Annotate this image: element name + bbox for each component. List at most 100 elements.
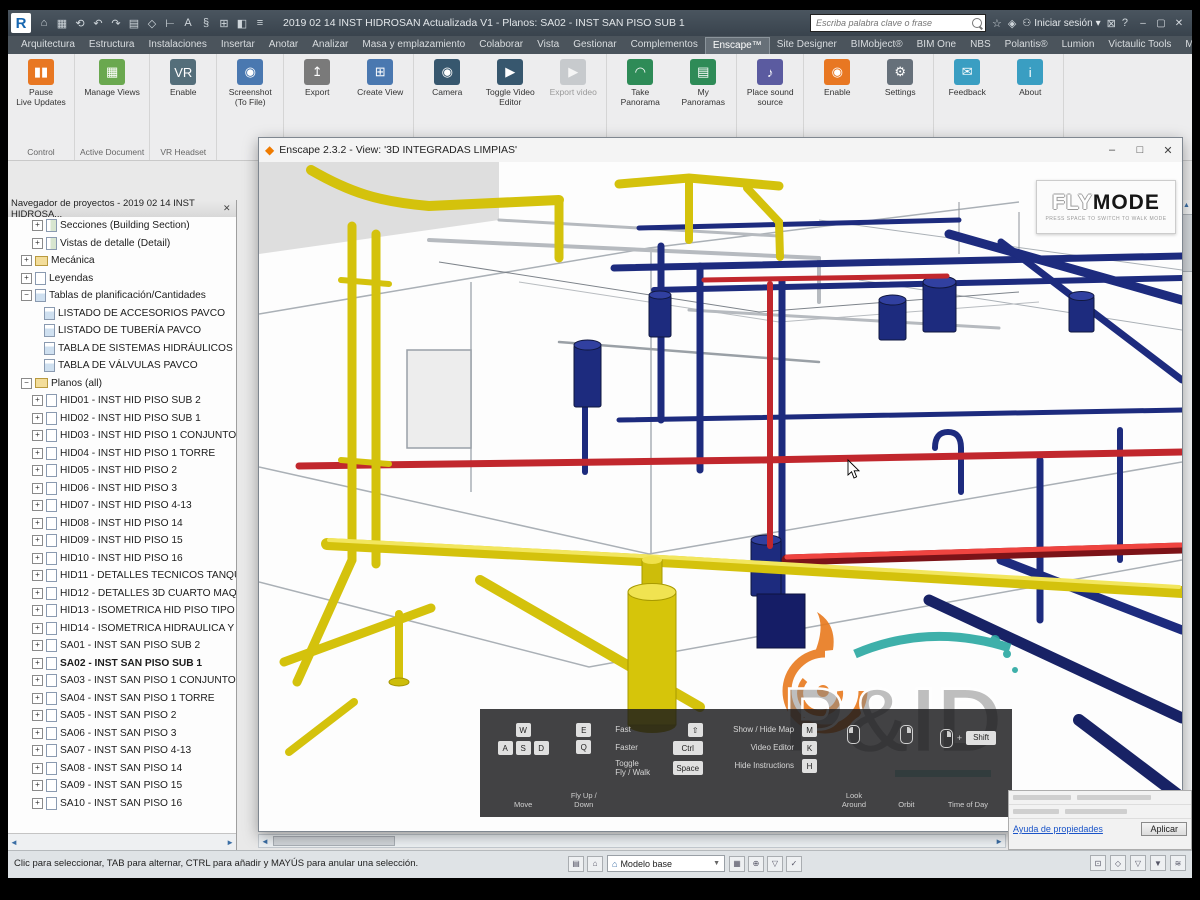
tree-item[interactable]: +Mecánica bbox=[8, 252, 236, 270]
expand-icon[interactable]: + bbox=[32, 798, 43, 809]
select-links-icon[interactable]: ⊡ bbox=[1090, 855, 1106, 871]
close-button[interactable]: ✕ bbox=[1170, 15, 1188, 31]
tree-item[interactable]: +HID10 - INST HID PISO 16 bbox=[8, 550, 236, 568]
tree-item[interactable]: +SA01 - INST SAN PISO SUB 2 bbox=[8, 637, 236, 655]
restore-button[interactable]: ▢ bbox=[1152, 15, 1170, 31]
tree-item[interactable]: +Secciones (Building Section) bbox=[8, 217, 236, 235]
tab-analizar[interactable]: Analizar bbox=[305, 37, 355, 54]
tree-item[interactable]: +Leyendas bbox=[8, 270, 236, 288]
tree-item[interactable]: +SA10 - INST SAN PISO 16 bbox=[8, 795, 236, 813]
enscape-3d-viewport[interactable]: P&ID FLYMODE PRESS SPACE TO SWITCH TO WA… bbox=[259, 162, 1182, 831]
tree-item[interactable]: +SA03 - INST SAN PISO 1 CONJUNTO bbox=[8, 672, 236, 690]
home-icon[interactable]: ⌂ bbox=[587, 856, 603, 872]
warnings-icon[interactable]: ≋ bbox=[1170, 855, 1186, 871]
filter-icon[interactable]: ▼ bbox=[1150, 855, 1166, 871]
screenshot-button[interactable]: ◉Screenshot (To File) bbox=[222, 57, 278, 108]
collapse-icon[interactable]: − bbox=[21, 378, 32, 389]
project-browser-titlebar[interactable]: Navegador de proyectos - 2019 02 14 INST… bbox=[8, 200, 236, 218]
expand-icon[interactable]: + bbox=[32, 745, 43, 756]
tab-masa-y-emplazamiento[interactable]: Masa y emplazamiento bbox=[355, 37, 472, 54]
pause-live-updates-button[interactable]: ▮▮Pause Live Updates bbox=[13, 57, 69, 108]
open-icon[interactable]: ⌂ bbox=[36, 15, 52, 31]
expand-icon[interactable]: + bbox=[32, 570, 43, 581]
tree-item[interactable]: +HID08 - INST HID PISO 14 bbox=[8, 515, 236, 533]
tree-item[interactable]: +HID09 - INST HID PISO 15 bbox=[8, 532, 236, 550]
tab-bimobject[interactable]: BIMobject® bbox=[844, 37, 910, 54]
save-icon[interactable]: ▦ bbox=[54, 15, 70, 31]
collapse-icon[interactable]: − bbox=[21, 290, 32, 301]
app-store-icon[interactable]: ⊠ bbox=[1107, 17, 1116, 30]
tree-item[interactable]: −Planos (all) bbox=[8, 375, 236, 393]
expand-icon[interactable]: + bbox=[32, 693, 43, 704]
settings-button[interactable]: ⚙Settings bbox=[872, 57, 928, 98]
active-workset-selector[interactable]: ⌂ Modelo base ▼ bbox=[607, 855, 725, 872]
horizontal-scrollbar[interactable]: ◄ ► bbox=[258, 834, 1006, 848]
take-panorama-button[interactable]: ◠Take Panorama bbox=[612, 57, 668, 108]
properties-help-link[interactable]: Ayuda de propiedades bbox=[1013, 824, 1103, 834]
expand-icon[interactable]: + bbox=[21, 255, 32, 266]
close-button[interactable]: ✕ bbox=[1154, 144, 1182, 157]
tree-item[interactable]: +HID13 - ISOMETRICA HID PISO TIPO bbox=[8, 602, 236, 620]
revit-app-menu-icon[interactable]: R bbox=[11, 13, 31, 33]
undo-icon[interactable]: ↶ bbox=[90, 15, 106, 31]
expand-icon[interactable]: + bbox=[32, 500, 43, 511]
scrollbar-thumb[interactable] bbox=[1182, 214, 1192, 272]
scroll-left-icon[interactable]: ◄ bbox=[261, 837, 269, 846]
tree-item[interactable]: +SA05 - INST SAN PISO 2 bbox=[8, 707, 236, 725]
tree-item[interactable]: TABLA DE VÁLVULAS PAVCO bbox=[8, 357, 236, 375]
tree-item[interactable]: +SA06 - INST SAN PISO 3 bbox=[8, 725, 236, 743]
link-icon[interactable]: ⊕ bbox=[748, 856, 764, 872]
tab-modificar[interactable]: Modificar bbox=[1178, 37, 1192, 54]
print-icon[interactable]: ▤ bbox=[126, 15, 142, 31]
communication-center-icon[interactable]: ◈ bbox=[1008, 17, 1016, 30]
tree-item[interactable]: LISTADO DE ACCESORIOS PAVCO bbox=[8, 305, 236, 323]
close-icon[interactable]: ✕ bbox=[221, 203, 233, 214]
section-icon[interactable]: ◧ bbox=[234, 15, 250, 31]
vr-enable-button[interactable]: VREnable bbox=[155, 57, 211, 98]
help-icon[interactable]: ? bbox=[1122, 17, 1128, 29]
expand-icon[interactable]: + bbox=[32, 448, 43, 459]
dimension-icon[interactable]: ⊢ bbox=[162, 15, 178, 31]
expand-icon[interactable]: + bbox=[32, 413, 43, 424]
tree-item[interactable]: +HID02 - INST HID PISO SUB 1 bbox=[8, 410, 236, 428]
scroll-right-icon[interactable]: ► bbox=[995, 837, 1003, 846]
tree-item[interactable]: TABLA DE SISTEMAS HIDRÁULICOS bbox=[8, 340, 236, 358]
tab-lumion[interactable]: Lumion bbox=[1055, 37, 1102, 54]
scroll-right-icon[interactable]: ► bbox=[226, 838, 234, 847]
tag-icon[interactable]: § bbox=[198, 15, 214, 31]
tree-item[interactable]: −Tablas de planificación/Cantidades bbox=[8, 287, 236, 305]
tab-gestionar[interactable]: Gestionar bbox=[566, 37, 623, 54]
tree-item[interactable]: +SA02 - INST SAN PISO SUB 1 bbox=[8, 655, 236, 673]
tab-instalaciones[interactable]: Instalaciones bbox=[142, 37, 214, 54]
search-icon[interactable] bbox=[972, 18, 982, 28]
exclude-options-icon[interactable]: ▽ bbox=[767, 856, 783, 872]
restore-button[interactable]: □ bbox=[1126, 144, 1154, 157]
tree-item[interactable]: +SA07 - INST SAN PISO 4-13 bbox=[8, 742, 236, 760]
select-pinned-icon[interactable]: ◇ bbox=[1110, 855, 1126, 871]
measure-icon[interactable]: ◇ bbox=[144, 15, 160, 31]
thin-lines-icon[interactable]: ≡ bbox=[252, 15, 268, 31]
feedback-button[interactable]: ✉Feedback bbox=[939, 57, 995, 98]
expand-icon[interactable]: + bbox=[32, 535, 43, 546]
expand-icon[interactable]: + bbox=[32, 395, 43, 406]
browser-horizontal-scrollbar[interactable]: ◄ ► bbox=[8, 833, 236, 850]
sync-icon[interactable]: ⟲ bbox=[72, 15, 88, 31]
expand-icon[interactable]: + bbox=[32, 588, 43, 599]
tab-estructura[interactable]: Estructura bbox=[82, 37, 142, 54]
expand-icon[interactable]: + bbox=[32, 763, 43, 774]
create-view-button[interactable]: ⊞Create View bbox=[352, 57, 408, 98]
expand-icon[interactable]: + bbox=[32, 465, 43, 476]
tree-item[interactable]: +HID05 - INST HID PISO 2 bbox=[8, 462, 236, 480]
expand-icon[interactable]: + bbox=[32, 710, 43, 721]
view-3d-icon[interactable]: ⊞ bbox=[216, 15, 232, 31]
expand-icon[interactable]: + bbox=[32, 238, 43, 249]
toggle-video-editor-button[interactable]: ▶Toggle Video Editor bbox=[482, 57, 538, 108]
tab-bim-one[interactable]: BIM One bbox=[910, 37, 963, 54]
sign-in-button[interactable]: ⚇ Iniciar sesión ▾ bbox=[1022, 18, 1100, 29]
tab-anotar[interactable]: Anotar bbox=[262, 37, 305, 54]
tab-nbs[interactable]: NBS bbox=[963, 37, 998, 54]
expand-icon[interactable]: + bbox=[32, 640, 43, 651]
expand-icon[interactable]: + bbox=[32, 728, 43, 739]
tree-item[interactable]: +HID06 - INST HID PISO 3 bbox=[8, 480, 236, 498]
expand-icon[interactable]: + bbox=[32, 220, 43, 231]
